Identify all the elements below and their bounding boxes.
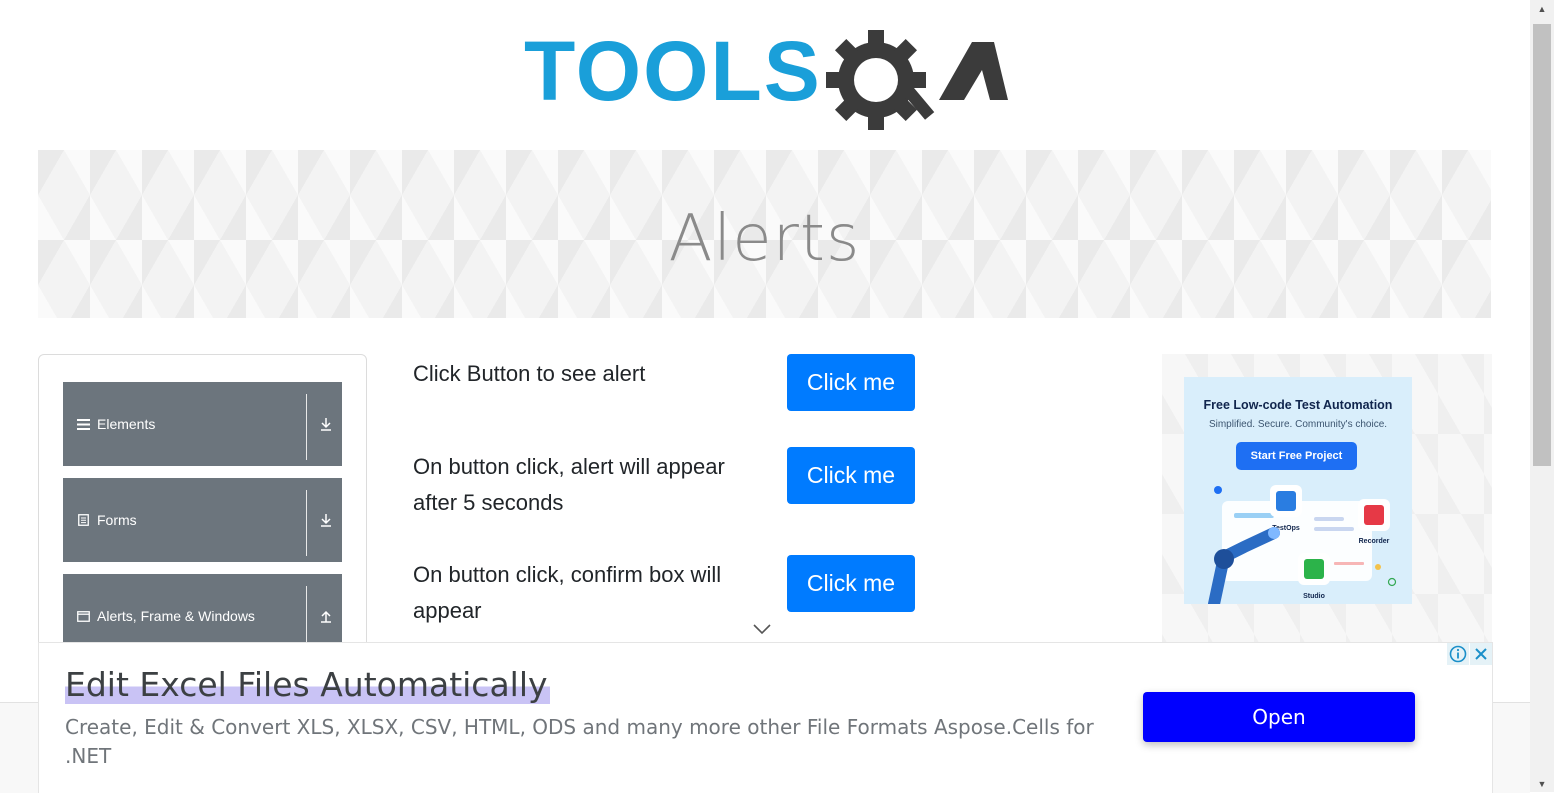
alert-button[interactable]: Click me (787, 354, 915, 411)
info-icon[interactable] (1447, 643, 1469, 665)
confirm-button[interactable]: Click me (787, 555, 915, 612)
right-ad-container: Free Low-code Test Automation Simplified… (1162, 354, 1492, 654)
confirm-row-label: On button click, confirm box will appear (413, 562, 722, 623)
ad-headline[interactable]: Edit Excel Files Automatically (65, 665, 550, 704)
scroll-down-arrow-icon[interactable]: ▼ (1530, 775, 1554, 792)
document-icon (76, 514, 90, 526)
page-title: Alerts (668, 202, 861, 276)
window-icon (76, 610, 90, 622)
automation-illustration: TestOps Recorder Studio (1208, 485, 1397, 604)
timer-alert-button[interactable]: Click me (787, 447, 915, 504)
scrollbar-thumb[interactable] (1533, 24, 1551, 466)
divider (306, 394, 307, 460)
sidebar-group-elements[interactable]: Elements (63, 382, 342, 466)
sidebar-group-forms[interactable]: Forms (63, 478, 342, 562)
hamburger-icon (76, 418, 90, 430)
gear-icon (826, 30, 935, 130)
recorder-product-label: Recorder (1359, 538, 1390, 545)
close-icon[interactable] (1470, 643, 1492, 665)
ad-open-button[interactable]: Open (1143, 692, 1415, 742)
divider (306, 490, 307, 556)
logo-letter-a (939, 42, 1008, 100)
vertical-scrollbar[interactable]: ▲ ▼ (1530, 0, 1554, 792)
bottom-ad-banner[interactable]: Edit Excel Files Automatically Create, E… (38, 642, 1493, 793)
right-ad-title: Free Low-code Test Automation (1203, 398, 1393, 412)
scroll-up-arrow-icon[interactable]: ▲ (1530, 0, 1554, 17)
logo-text-tools: TOOLS (524, 24, 822, 118)
page-banner: Alerts (38, 150, 1491, 318)
site-logo[interactable]: TOOLS QA (524, 24, 1014, 136)
alert-row-label: Click Button to see alert (413, 361, 646, 386)
chevron-down-icon[interactable] (752, 622, 772, 636)
download-arrow-icon[interactable] (318, 382, 334, 466)
right-ad-banner[interactable]: Free Low-code Test Automation Simplified… (1184, 377, 1412, 604)
ad-description[interactable]: Create, Edit & Convert XLS, XLSX, CSV, H… (65, 713, 1095, 771)
right-ad-subtitle: Simplified. Secure. Community's choice. (1208, 419, 1388, 430)
studio-product-label: Studio (1303, 593, 1325, 600)
download-arrow-icon[interactable] (318, 478, 334, 562)
timer-alert-row-label: On button click, alert will appear after… (413, 454, 725, 515)
start-free-project-button[interactable]: Start Free Project (1236, 442, 1357, 470)
left-nav-panel: Elements Forms Alerts, Frame & Windows (38, 354, 367, 676)
